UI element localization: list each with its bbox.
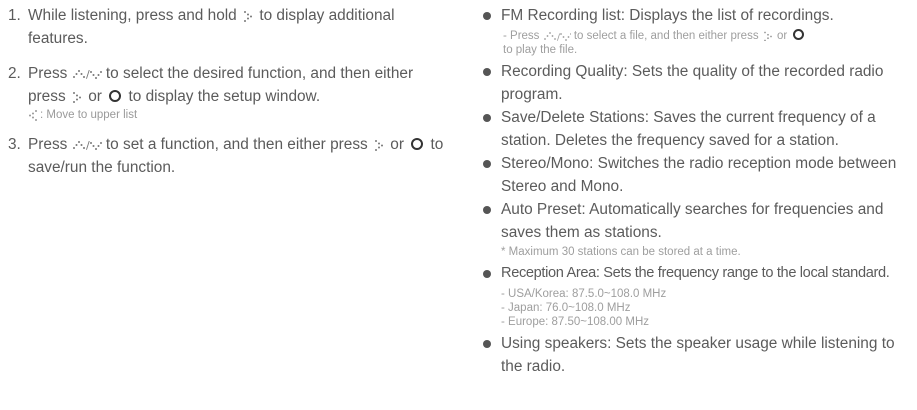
step-2: 2. Press / to select the desired functio… <box>8 62 448 122</box>
item-sub-line: - USA/Korea: 87.5.0~108.0 MHz <box>501 288 667 300</box>
list-item-stereo-mono: Stereo/Mono: Switches the radio receptio… <box>482 152 912 198</box>
list-item-recording-quality: Recording Quality: Sets the quality of t… <box>482 60 912 106</box>
item-text: Auto Preset: Automatically searches for … <box>501 201 884 241</box>
list-item-reception-area: Reception Area: Sets the frequency range… <box>482 262 912 329</box>
step-text-mid: to set a function, and then either press <box>105 136 368 153</box>
item-sub-list: - USA/Korea: 87.5.0~108.0 MHz - Japan: 7… <box>501 287 912 329</box>
item-text: FM Recording list: Displays the list of … <box>501 7 834 24</box>
item-sub-line: - Europe: 87.50~108.00 MHz <box>501 316 649 328</box>
list-item-fm-recording: FM Recording list: Displays the list of … <box>482 4 912 57</box>
ok-circle-icon <box>793 29 805 40</box>
item-note: * Maximum 30 stations can be stored at a… <box>501 246 741 258</box>
item-sub-or: or <box>776 30 788 42</box>
instructions-column: 1. While listening, press and hold to di… <box>8 0 448 179</box>
right-arrow-dotted-icon <box>763 31 772 41</box>
right-arrow-dotted-icon <box>72 91 81 103</box>
list-item-auto-preset: Auto Preset: Automatically searches for … <box>482 198 912 259</box>
item-text: Recording Quality: Sets the quality of t… <box>501 63 884 103</box>
bullet <box>483 160 491 168</box>
right-arrow-dotted-icon <box>375 139 383 151</box>
bullet <box>483 114 491 122</box>
list-item-save-delete: Save/Delete Stations: Saves the current … <box>482 106 912 152</box>
step-text-before: Press <box>28 65 68 82</box>
svg-text:/: / <box>86 139 90 151</box>
bullet <box>483 206 491 214</box>
ok-circle-icon <box>411 138 424 150</box>
svg-text:/: / <box>86 68 90 80</box>
up-down-arrows-dotted-icon: / <box>543 32 571 41</box>
item-sub-mid: to select a file, and then either press <box>573 30 759 42</box>
bullet <box>483 12 491 20</box>
step-3: 3. Press / to set a function, and then e… <box>8 133 448 179</box>
bullet <box>483 68 491 76</box>
item-text: Save/Delete Stations: Saves the current … <box>501 109 876 149</box>
step-note-text: : Move to upper list <box>40 109 138 121</box>
step-text-or: or <box>390 136 404 153</box>
step-text-before: Press <box>28 136 68 153</box>
ok-circle-icon <box>109 90 122 102</box>
step-number: 2. <box>8 65 21 82</box>
step-text-before: While listening, press and hold <box>28 7 237 24</box>
item-sub-line: - Japan: 76.0~108.0 MHz <box>501 302 631 314</box>
step-note: : Move to upper list <box>28 108 448 122</box>
right-arrow-dotted-icon <box>244 10 253 22</box>
up-down-arrows-dotted-icon: / <box>72 139 102 151</box>
step-number: 1. <box>8 7 21 24</box>
step-text-or: or <box>88 88 102 105</box>
step-text-after: to display the setup window. <box>128 88 321 105</box>
left-arrow-dotted-icon <box>29 109 37 121</box>
up-down-arrows-dotted-icon: / <box>72 68 102 80</box>
item-sub-end: to play the file. <box>503 44 578 56</box>
list-item-using-speakers: Using speakers: Sets the speaker usage w… <box>482 332 912 378</box>
item-sub: - Press / to select a file, and then eit… <box>501 29 912 57</box>
bullet <box>483 340 491 348</box>
settings-list: FM Recording list: Displays the list of … <box>482 0 912 378</box>
item-text: Stereo/Mono: Switches the radio receptio… <box>501 155 897 195</box>
item-sub-press: - Press <box>503 30 540 42</box>
step-1: 1. While listening, press and hold to di… <box>8 4 448 50</box>
step-number: 3. <box>8 136 21 153</box>
bullet <box>483 270 491 278</box>
item-text: Reception Area: Sets the frequency range… <box>501 265 890 281</box>
item-text: Using speakers: Sets the speaker usage w… <box>501 335 895 375</box>
